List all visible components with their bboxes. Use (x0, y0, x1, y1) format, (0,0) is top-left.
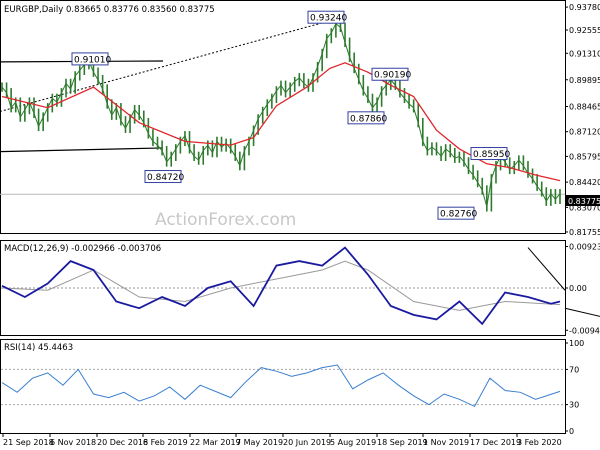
price-title: EURGBP,Daily 0.83665 0.83776 0.83560 0.8… (4, 5, 215, 15)
last-price-badge: 0.83775 (566, 195, 600, 206)
x-tick-label: 20 Jun 2019 (283, 438, 331, 447)
price-label: 0.85950 (473, 150, 510, 160)
rsi-y-tick-label: 30 (569, 401, 579, 410)
rsi-y-tick-label: 100 (569, 339, 584, 348)
price-panel (0, 0, 566, 234)
macd-y-tick-label: -0.009413 (569, 326, 600, 335)
watermark: ActionForex.com (155, 210, 296, 230)
price-label: 0.90190 (374, 71, 411, 81)
price-label: 0.87860 (350, 114, 387, 124)
x-tick-label: 3 Feb 2020 (517, 438, 562, 447)
price-y-tick-label: 0.92555 (569, 26, 600, 35)
macd-title: MACD(12,26,9) -0.002966 -0.003706 (4, 244, 161, 254)
price-label: 0.84720 (147, 173, 184, 183)
price-y-tick-label: 0.87120 (569, 128, 600, 137)
price-y-tick-label: 0.84420 (569, 178, 600, 187)
macd-y-tick-label: 0.009237 (569, 243, 600, 252)
x-tick-label: 21 Sep 2018 (3, 438, 54, 447)
price-y-tick-label: 0.81755 (569, 228, 600, 237)
price-y-tick-label: 0.93780 (569, 3, 600, 12)
last-price-label: 0.83775 (568, 197, 600, 206)
x-tick-label: 6 Nov 2018 (50, 438, 96, 447)
x-tick-label: 20 Dec 2018 (97, 438, 148, 447)
x-tick-label: 18 Sep 2019 (377, 438, 428, 447)
price-label: 0.82760 (440, 210, 477, 220)
x-tick-label: 17 Dec 2019 (470, 438, 521, 447)
price-y-tick-label: 0.88465 (569, 103, 600, 112)
price-y-tick-label: 0.89895 (569, 76, 600, 85)
rsi-panel (0, 339, 566, 434)
price-label: 0.93240 (310, 14, 347, 24)
x-tick-label: 22 Mar 2019 (190, 438, 241, 447)
macd-y-tick-label: 0.00 (569, 284, 587, 293)
rsi-y-tick-label: 70 (569, 365, 579, 374)
rsi-title: RSI(14) 45.4463 (4, 343, 73, 353)
macd-trend-lower (564, 307, 600, 317)
price-label: 0.91010 (74, 55, 111, 65)
x-tick-label: 1 Nov 2019 (423, 438, 469, 447)
price-y-tick-label: 0.91310 (569, 49, 600, 58)
x-tick-label: 7 May 2019 (236, 438, 283, 447)
x-axis: 21 Sep 20186 Nov 2018 20 Dec 20186 Feb 20… (2, 434, 562, 447)
price-y-tick-label: 0.85795 (569, 152, 600, 161)
rsi-y-tick-label: 0 (569, 427, 574, 436)
chart-canvas: EURGBP,Daily 0.83665 0.83776 0.83560 0.8… (0, 0, 600, 447)
x-tick-label: 6 Feb 2019 (143, 438, 188, 447)
x-tick-label: 5 Aug 2019 (330, 438, 376, 447)
